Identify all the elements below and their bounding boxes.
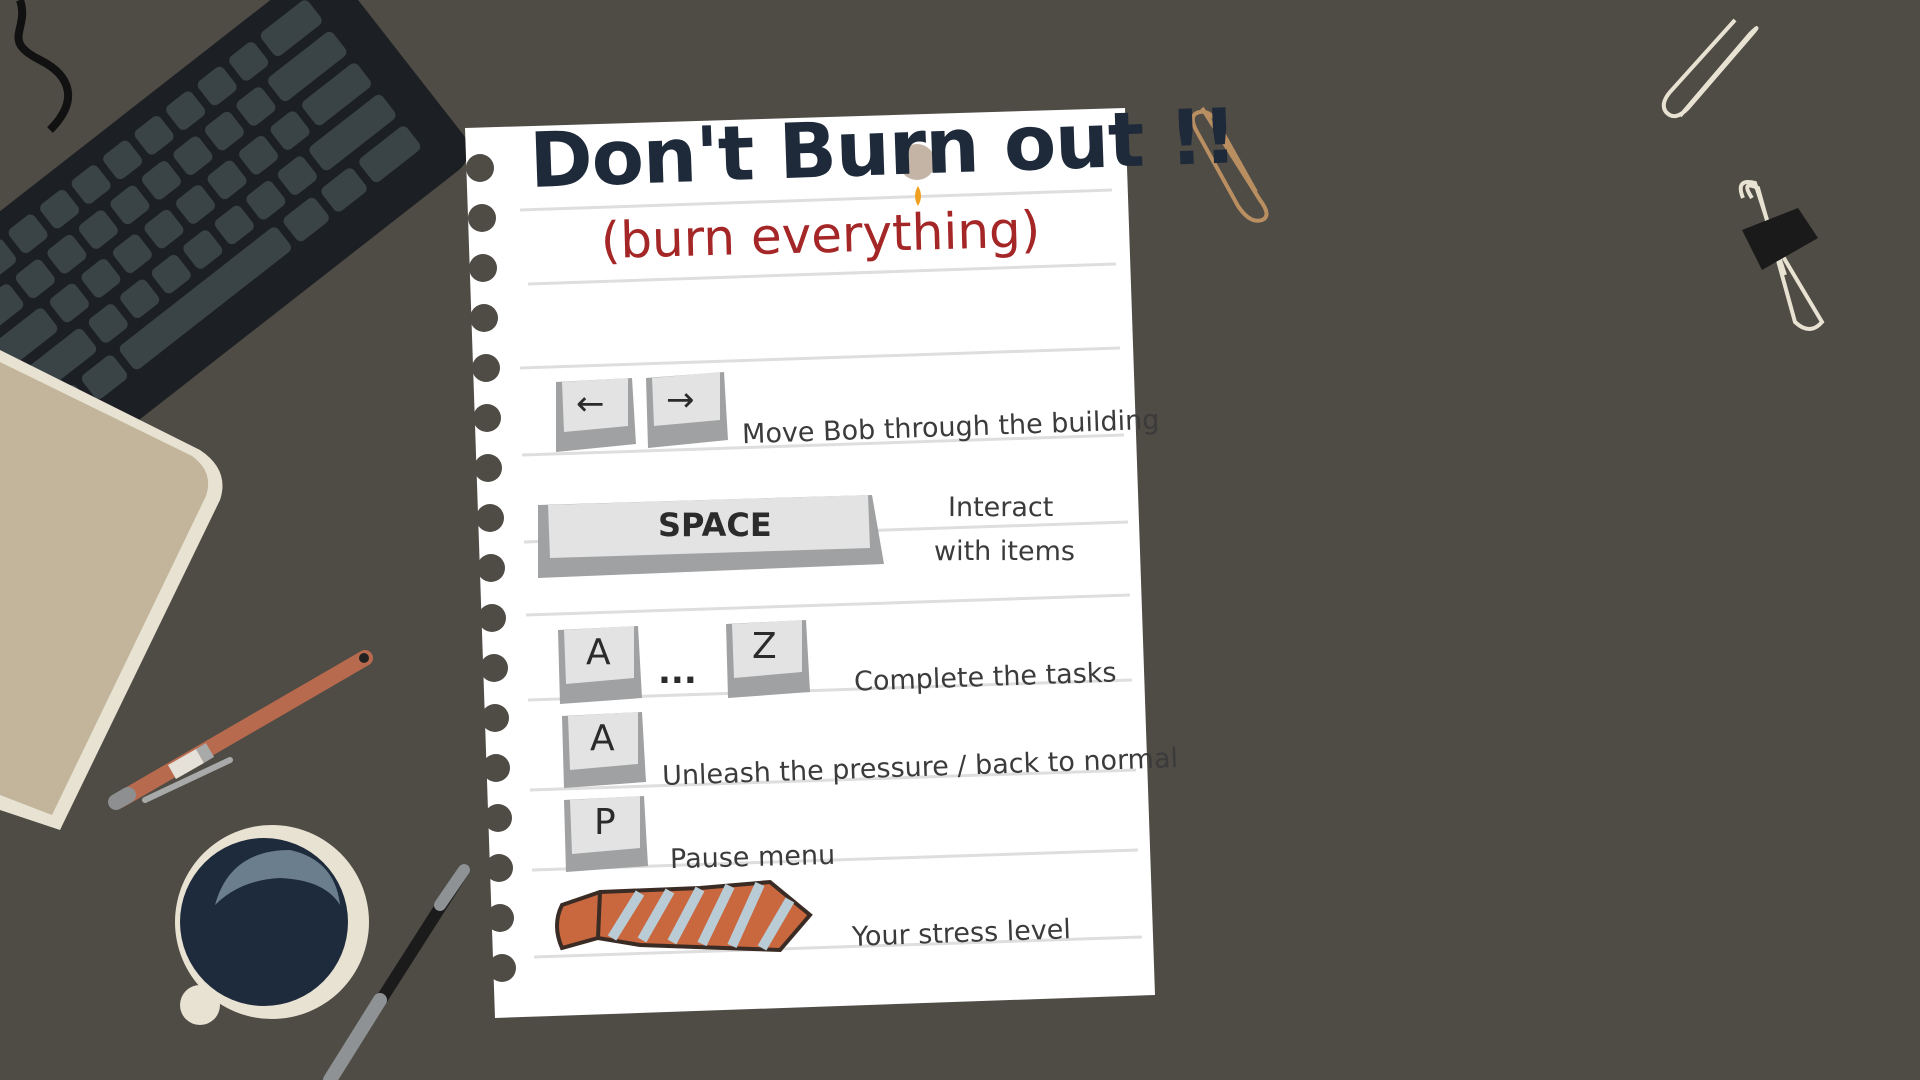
p-key-label: P bbox=[594, 802, 616, 843]
ellipsis-label: ... bbox=[658, 652, 697, 692]
a-key-pressure-label: A bbox=[590, 718, 615, 759]
striped-tie-icon bbox=[555, 879, 813, 953]
interact-description-line1: Interact bbox=[948, 492, 1054, 523]
a-key-label: A bbox=[586, 632, 611, 673]
space-key-label: SPACE bbox=[658, 506, 772, 544]
right-arrow-label: → bbox=[666, 380, 695, 420]
z-key-label: Z bbox=[752, 626, 777, 667]
paperclip-icon bbox=[1661, 18, 1759, 119]
pen-icon bbox=[108, 650, 373, 810]
left-arrow-label: ← bbox=[576, 384, 605, 424]
interact-description-line2: with items bbox=[934, 536, 1075, 567]
page-subtitle: (burn everything) bbox=[600, 200, 1041, 270]
keyboard-cable bbox=[14, 0, 72, 133]
binder-clip-icon bbox=[1738, 180, 1825, 331]
coffee-cup-icon bbox=[175, 825, 369, 1025]
pause-description: Pause menu bbox=[669, 839, 836, 876]
